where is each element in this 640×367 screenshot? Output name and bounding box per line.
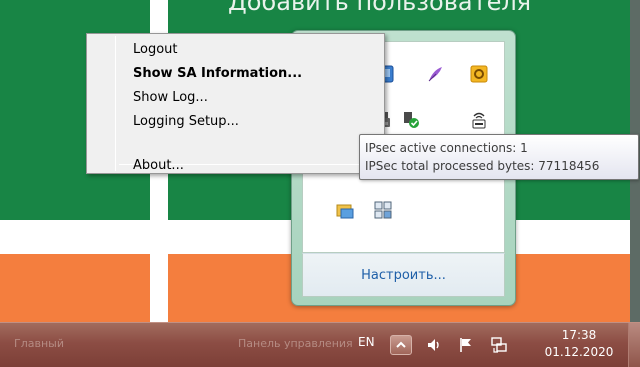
security-shield-icon[interactable] — [401, 110, 421, 130]
action-center-flag-icon[interactable] — [458, 336, 476, 354]
menu-item-show-log[interactable]: Show Log... — [133, 86, 381, 110]
taskbar-ghost-label-mid: Панель управления — [238, 337, 353, 350]
menu-item-logout[interactable]: Logout — [133, 38, 381, 62]
taskbar-clock[interactable]: 17:38 01.12.2020 — [536, 327, 622, 361]
network-icon[interactable] — [490, 336, 508, 354]
clock-date: 01.12.2020 — [544, 345, 614, 359]
network-folder-icon[interactable] — [335, 200, 355, 220]
vpn-status-tooltip: IPsec active connections: 1 IPSec total … — [359, 134, 639, 180]
clock-time: 17:38 — [561, 328, 597, 342]
language-indicator[interactable]: EN — [358, 335, 375, 349]
context-menu: Logout Show SA Information... Show Log..… — [86, 33, 385, 174]
show-hidden-icons-button[interactable] — [390, 335, 412, 355]
menu-gutter — [115, 36, 116, 171]
network-printer-icon[interactable] — [469, 110, 489, 130]
menu-item-about[interactable]: About... — [133, 154, 381, 178]
chevron-up-icon — [396, 341, 406, 348]
customize-link[interactable]: Настроить... — [361, 268, 446, 283]
volume-icon[interactable] — [426, 336, 444, 354]
overflow-footer: Настроить... — [302, 253, 505, 297]
taskbar: Главный Панель управления EN 17:38 01.12… — [0, 322, 640, 367]
feather-icon[interactable] — [425, 64, 445, 84]
show-desktop-button[interactable] — [628, 323, 640, 367]
menu-item-logging-setup[interactable]: Logging Setup... — [133, 110, 381, 134]
tooltip-processed-bytes: IPSec total processed bytes: 77118456 — [365, 159, 600, 173]
vpn-client-icon[interactable] — [373, 200, 393, 220]
orange-panel-left — [0, 254, 150, 326]
taskbar-ghost-label-left: Главный — [14, 337, 64, 350]
outlook-icon[interactable] — [469, 64, 489, 84]
menu-item-show-sa-information[interactable]: Show SA Information... — [133, 62, 381, 86]
background-title: Добавить пользователя — [228, 0, 532, 16]
tooltip-active-connections: IPsec active connections: 1 — [365, 141, 528, 155]
